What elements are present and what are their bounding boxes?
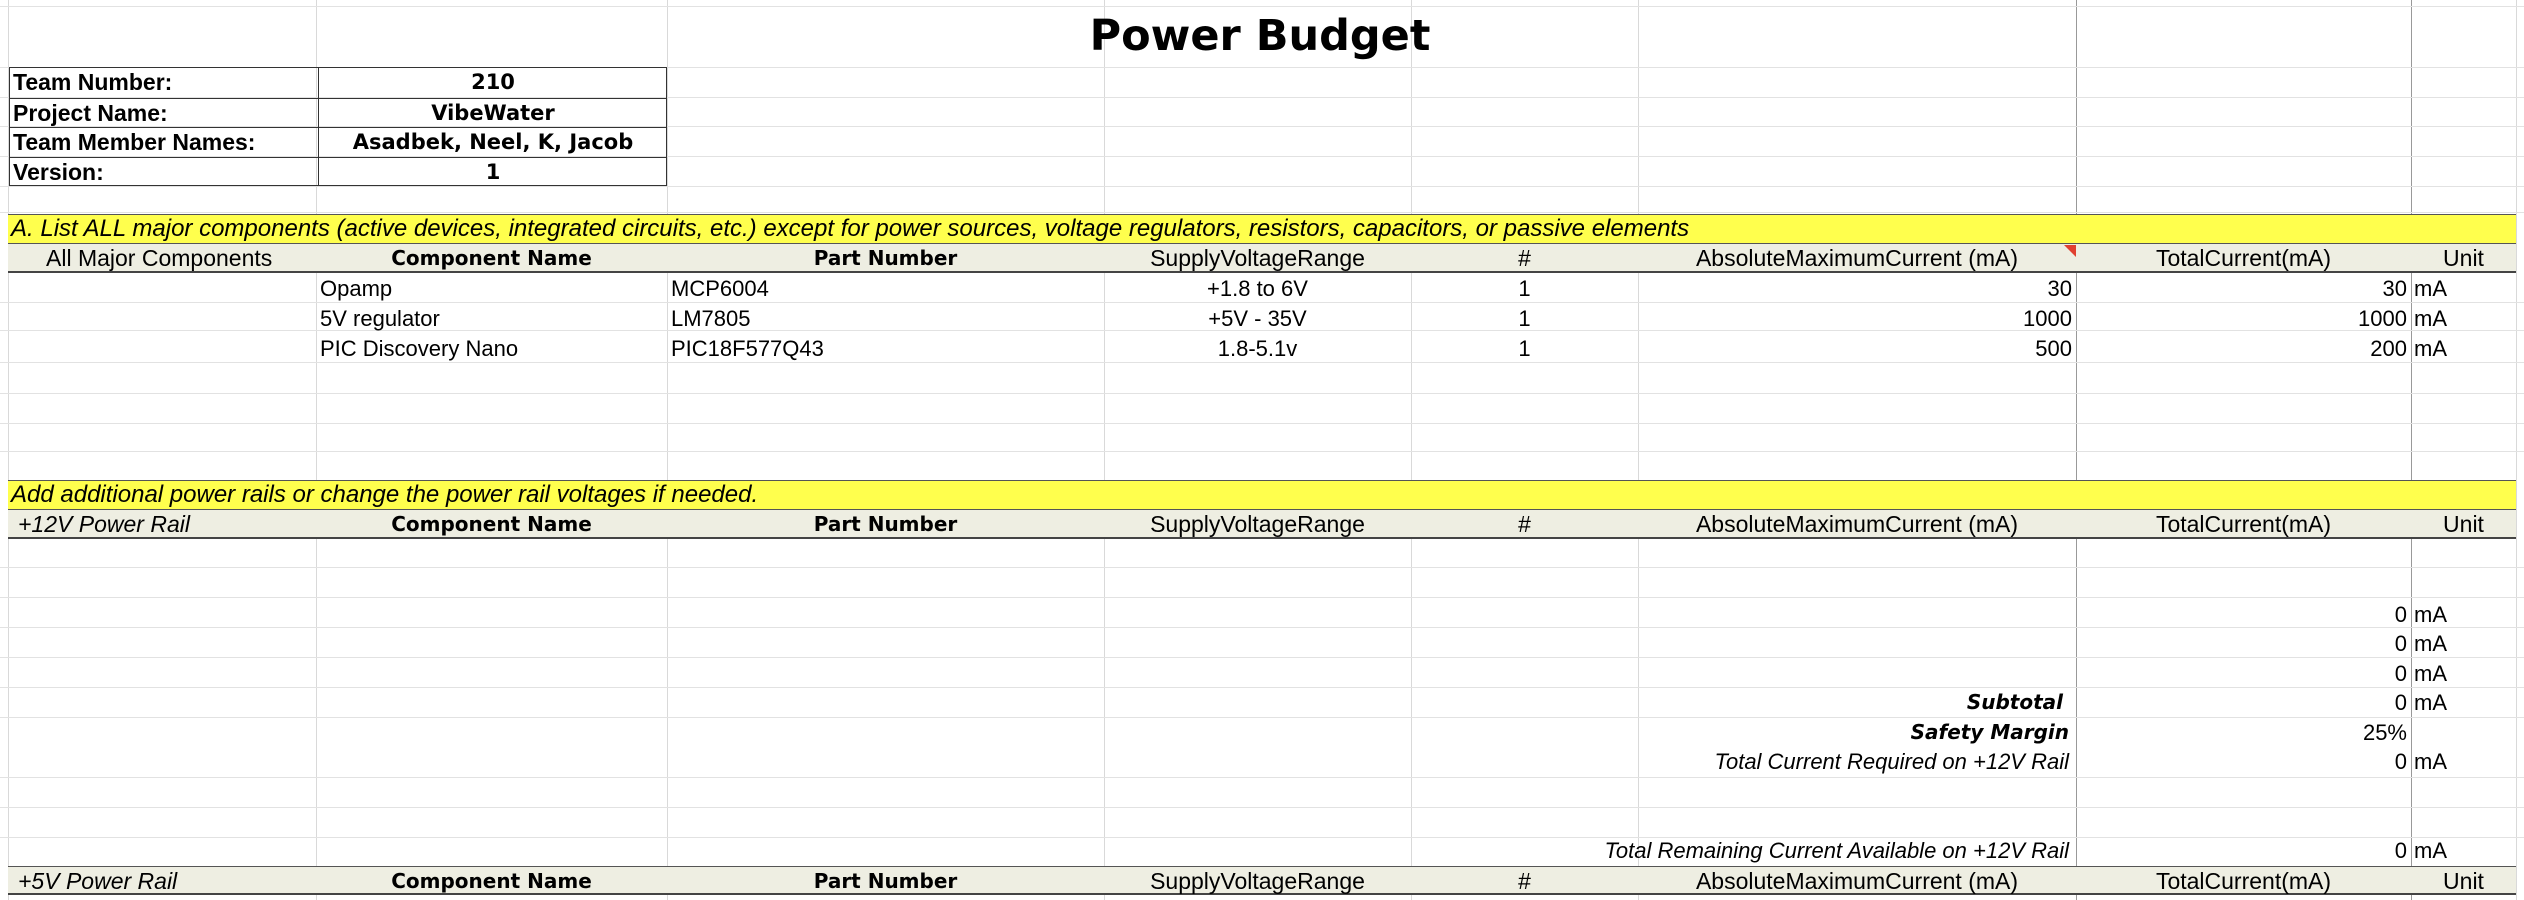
abs-max-cell[interactable]: 500 [1638, 334, 2072, 363]
header-supply-voltage: SupplyVoltageRange [1150, 245, 1365, 271]
info-row-version[interactable]: Version: 1 [10, 156, 667, 186]
count-cell[interactable]: 1 [1411, 274, 1638, 303]
safety-margin-label: Safety Margin [1910, 720, 2069, 744]
header-component-name: Component Name [391, 869, 592, 893]
component-name-cell[interactable]: Opamp [320, 274, 392, 303]
unit-cell[interactable]: mA [2414, 659, 2447, 688]
total-remaining-value[interactable]: 0 [2076, 836, 2407, 865]
info-label: Team Member Names: [13, 129, 256, 155]
part-number-cell[interactable]: MCP6004 [671, 274, 769, 303]
header-component-name: Component Name [391, 246, 592, 270]
rail-5v-header: +5V Power Rail Component Name Part Numbe… [8, 866, 2516, 895]
total-remaining-label: Total Remaining Current Available on +12… [1604, 838, 2069, 863]
part-number-cell[interactable]: PIC18F577Q43 [671, 334, 824, 363]
header-supply-voltage: SupplyVoltageRange [1150, 868, 1365, 894]
header-supply-voltage: SupplyVoltageRange [1150, 511, 1365, 537]
subtotal-unit: mA [2414, 690, 2447, 715]
unit-cell[interactable]: mA [2414, 334, 2447, 363]
info-value[interactable]: VibeWater [318, 98, 667, 127]
info-row-team-number[interactable]: Team Number: 210 [10, 68, 666, 98]
power-rails-banner: Add additional power rails or change the… [8, 480, 2516, 510]
voltage-cell[interactable]: +1.8 to 6V [1104, 274, 1411, 303]
abs-max-cell[interactable]: 30 [1638, 274, 2072, 303]
header-abs-max-current: AbsoluteMaximumCurrent (mA) [1695, 245, 2019, 271]
section-a-banner: A. List ALL major components (active dev… [8, 214, 2516, 244]
info-value[interactable]: Asadbek, Neel, K, Jacob [318, 128, 667, 157]
total-remaining-unit: mA [2414, 838, 2447, 863]
info-value[interactable]: 210 [318, 68, 667, 98]
header-count: # [1518, 245, 1531, 271]
page-title: Power Budget [1089, 11, 1431, 61]
info-row-team-members[interactable]: Team Member Names: Asadbek, Neel, K, Jac… [10, 127, 666, 157]
total-current-cell[interactable]: 30 [2076, 274, 2407, 303]
header-total-current: TotalCurrent(mA) [2155, 868, 2332, 894]
comment-indicator-icon[interactable] [2064, 245, 2076, 257]
total-current-cell[interactable]: 0 [2076, 659, 2407, 688]
total-current-cell[interactable]: 0 [2076, 629, 2407, 658]
info-row-project-name[interactable]: Project Name: VibeWater [10, 97, 667, 127]
voltage-cell[interactable]: 1.8-5.1v [1104, 334, 1411, 363]
header-unit: Unit [2443, 868, 2484, 894]
info-label: Team Number: [13, 69, 173, 95]
header-group: +5V Power Rail [18, 868, 178, 894]
voltage-cell[interactable]: +5V - 35V [1104, 304, 1411, 333]
count-cell[interactable]: 1 [1411, 304, 1638, 333]
header-abs-max-current: AbsoluteMaximumCurrent (mA) [1695, 868, 2019, 894]
rail-12v-header: +12V Power Rail Component Name Part Numb… [8, 510, 2516, 539]
header-component-name: Component Name [391, 512, 592, 536]
subtotal-value[interactable]: 0 [2076, 688, 2407, 717]
safety-margin-value[interactable]: 25% [2076, 718, 2407, 747]
abs-max-cell[interactable]: 1000 [1638, 304, 2072, 333]
header-group: +12V Power Rail [18, 511, 190, 537]
project-info-table: Team Number: 210 Project Name: VibeWater… [9, 67, 667, 186]
component-name-cell[interactable]: 5V regulator [320, 304, 440, 333]
unit-cell[interactable]: mA [2414, 600, 2447, 629]
header-group: All Major Components [46, 245, 273, 271]
total-required-value[interactable]: 0 [2076, 747, 2407, 776]
section-a-header: All Major Components Component Name Part… [8, 244, 2516, 273]
info-label: Version: [13, 158, 104, 185]
header-count: # [1518, 868, 1531, 894]
header-total-current: TotalCurrent(mA) [2155, 511, 2332, 537]
header-abs-max-current: AbsoluteMaximumCurrent (mA) [1695, 511, 2019, 537]
part-number-cell[interactable]: LM7805 [671, 304, 751, 333]
header-total-current: TotalCurrent(mA) [2155, 245, 2332, 271]
header-unit: Unit [2443, 245, 2484, 271]
header-part-number: Part Number [813, 246, 958, 270]
info-label: Project Name: [13, 99, 168, 126]
header-part-number: Part Number [813, 869, 958, 893]
component-name-cell[interactable]: PIC Discovery Nano [320, 334, 518, 363]
header-part-number: Part Number [813, 512, 958, 536]
total-required-label: Total Current Required on +12V Rail [1714, 749, 2069, 774]
unit-cell[interactable]: mA [2414, 274, 2447, 303]
count-cell[interactable]: 1 [1411, 334, 1638, 363]
total-current-cell[interactable]: 1000 [2076, 304, 2407, 333]
subtotal-label: Subtotal [1966, 690, 2063, 714]
header-count: # [1518, 511, 1531, 537]
unit-cell[interactable]: mA [2414, 629, 2447, 658]
total-current-cell[interactable]: 200 [2076, 334, 2407, 363]
info-value[interactable]: 1 [318, 157, 667, 186]
header-unit: Unit [2443, 511, 2484, 537]
total-current-cell[interactable]: 0 [2076, 600, 2407, 629]
total-required-unit: mA [2414, 749, 2447, 774]
unit-cell[interactable]: mA [2414, 304, 2447, 333]
